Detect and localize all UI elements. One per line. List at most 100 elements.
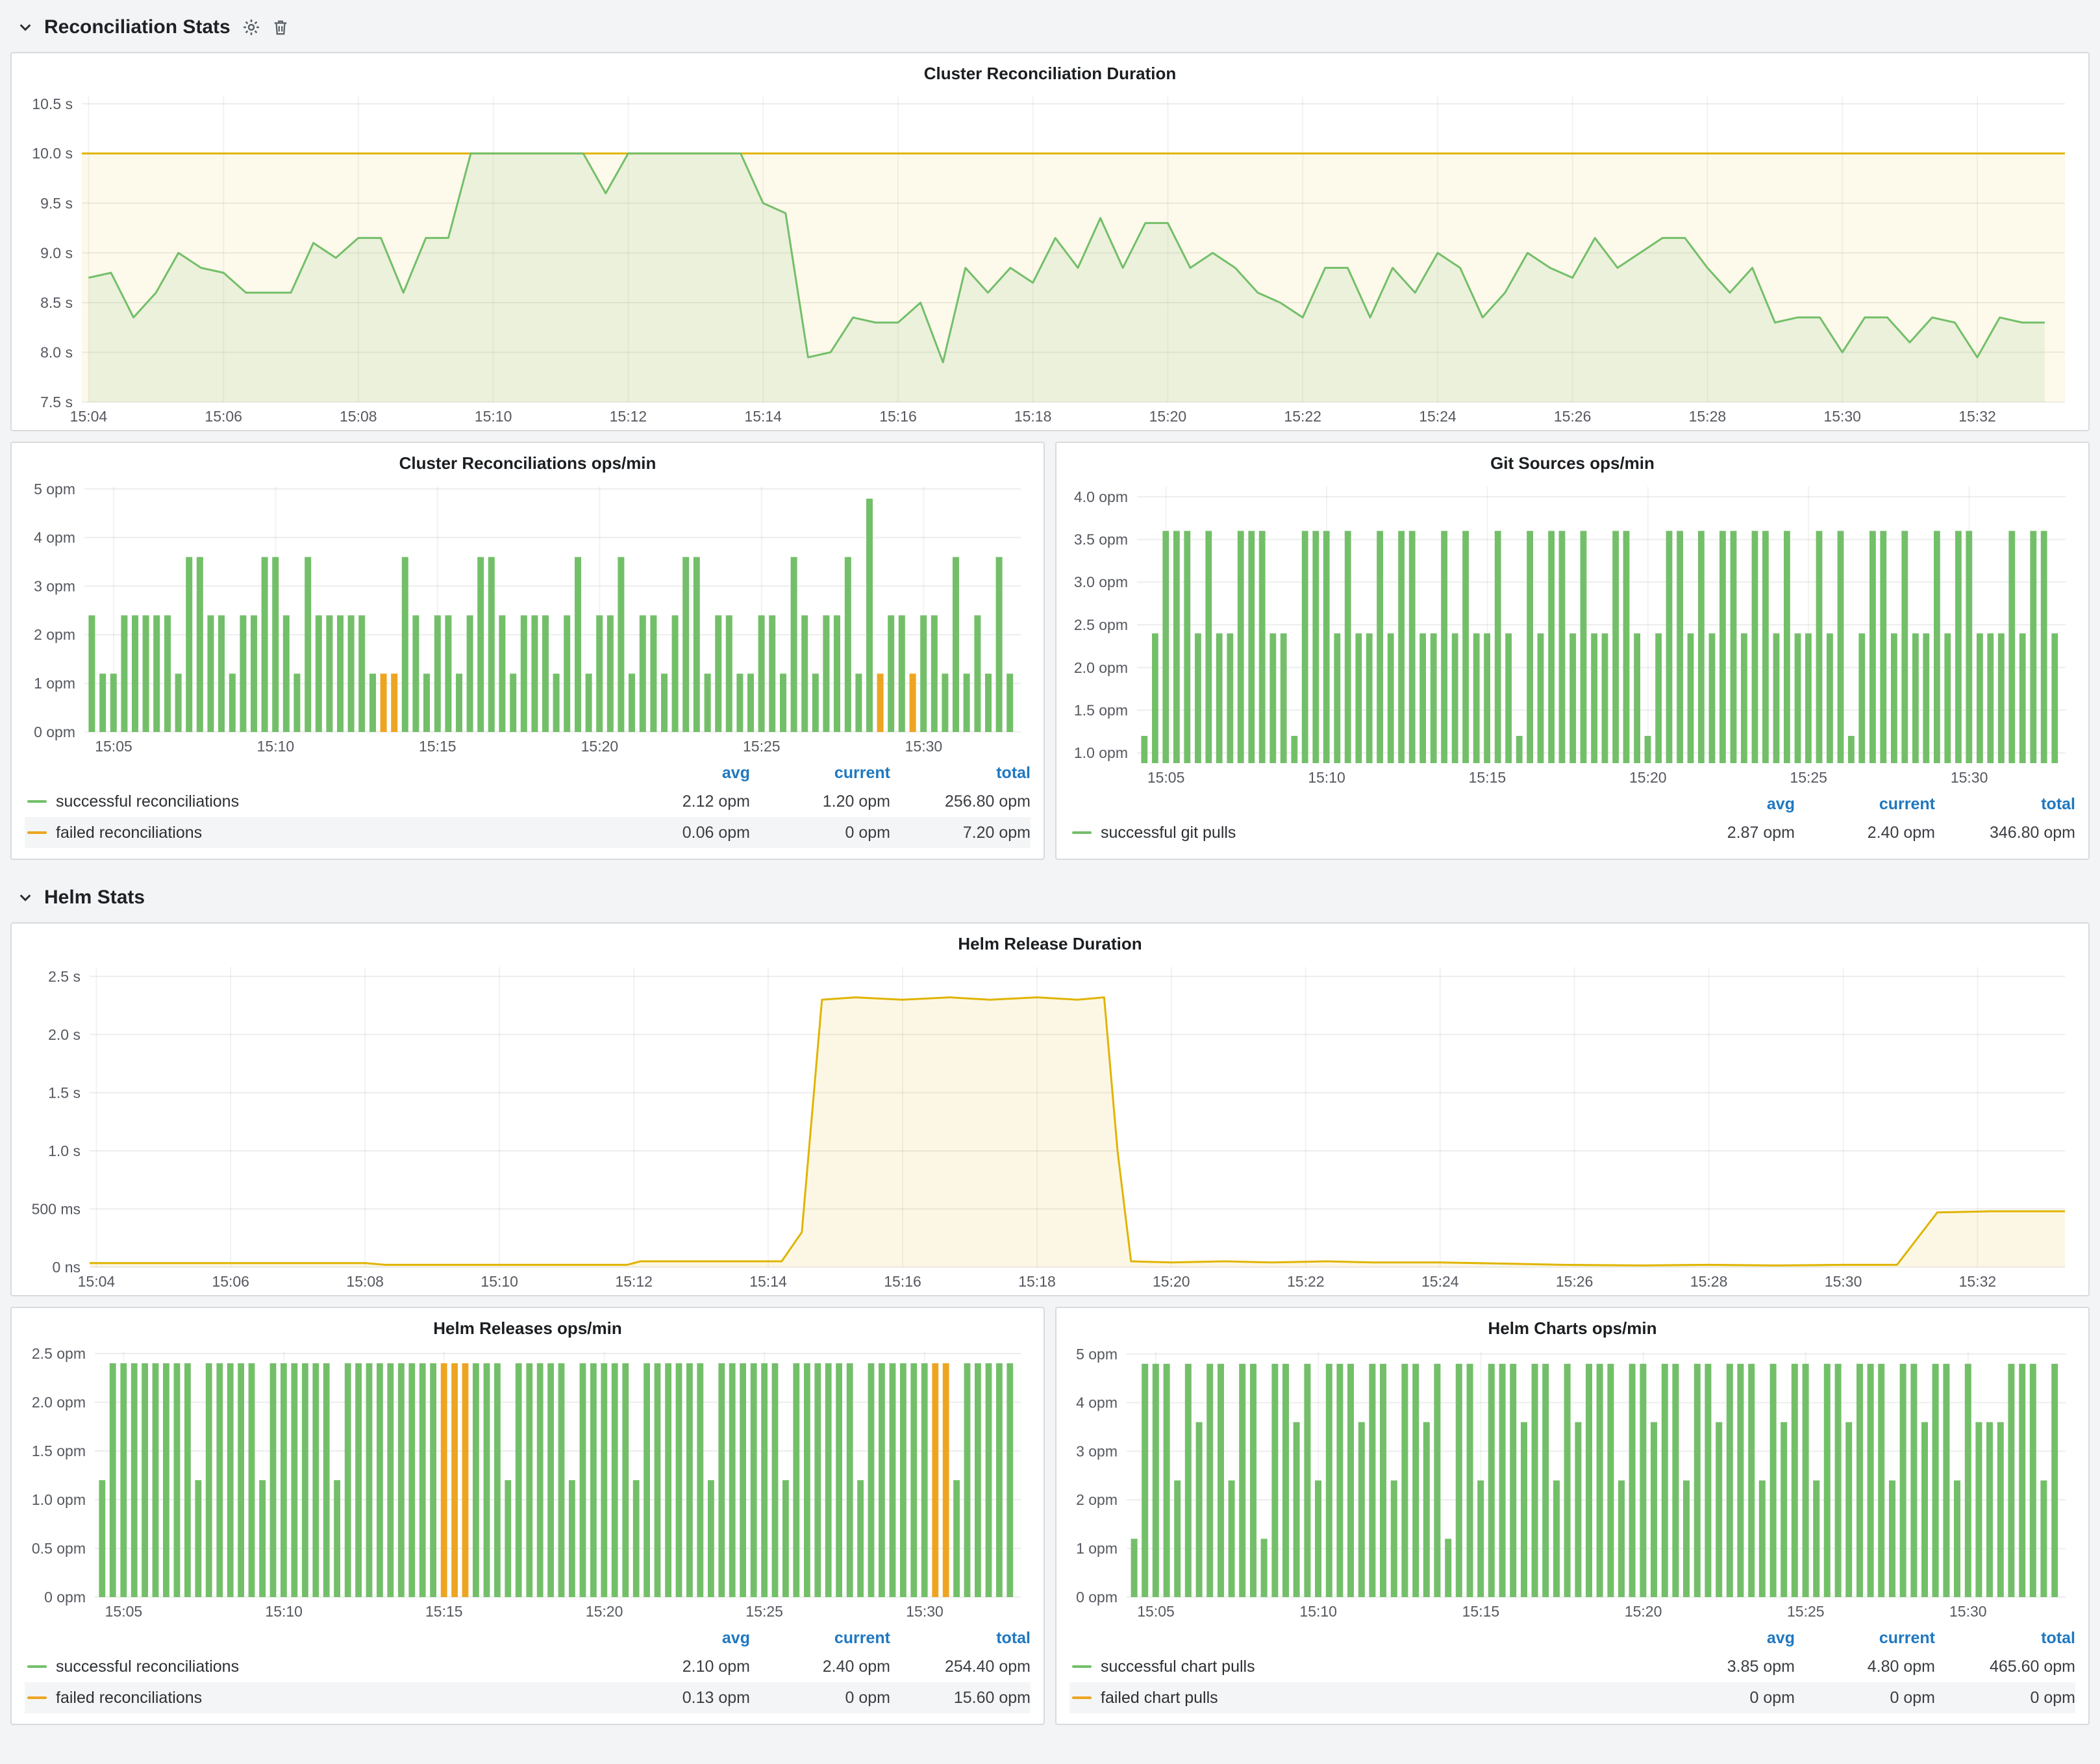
svg-text:15:25: 15:25 [1790, 769, 1827, 786]
svg-text:15:16: 15:16 [884, 1273, 921, 1290]
svg-text:15:20: 15:20 [586, 1603, 623, 1620]
panel-title[interactable]: Cluster Reconciliation Duration [12, 53, 2088, 86]
legend-header-row: avg current total [1069, 1625, 2075, 1651]
svg-text:15:20: 15:20 [581, 738, 619, 755]
svg-text:15:05: 15:05 [105, 1603, 143, 1620]
legend-row-failed-reconciliations[interactable]: failed reconciliations 0.06 opm 0 opm 7.… [25, 817, 1031, 848]
helm-charts-ops-chart[interactable]: 0 opm1 opm2 opm3 opm4 opm5 opm15:0515:10… [1062, 1341, 2083, 1625]
svg-text:15:20: 15:20 [1625, 1603, 1662, 1620]
legend-col-current[interactable]: current [750, 1629, 890, 1648]
svg-text:8.5 s: 8.5 s [40, 294, 73, 311]
legend-col-total[interactable]: total [890, 1629, 1031, 1648]
svg-text:4 opm: 4 opm [34, 529, 75, 546]
legend: avg current total successful chart pulls… [1056, 1625, 2088, 1724]
git-sources-ops-chart[interactable]: 1.0 opm1.5 opm2.0 opm2.5 opm3.0 opm3.5 o… [1062, 476, 2083, 791]
svg-text:2.0 s: 2.0 s [48, 1026, 81, 1043]
series-avg: 2.10 opm [610, 1657, 750, 1676]
series-marker [27, 831, 47, 834]
panel-title[interactable]: Helm Release Duration [12, 924, 2088, 957]
svg-text:1.0 opm: 1.0 opm [32, 1491, 86, 1508]
svg-text:3.5 opm: 3.5 opm [1074, 531, 1128, 548]
series-marker [27, 800, 47, 803]
legend-col-avg[interactable]: avg [1655, 795, 1795, 814]
section-title: Reconciliation Stats [44, 16, 231, 38]
series-current: 1.20 opm [750, 792, 890, 811]
chevron-down-icon[interactable] [18, 890, 32, 905]
svg-text:15:32: 15:32 [1959, 1273, 1997, 1290]
panel-title[interactable]: Cluster Reconciliations ops/min [12, 443, 1044, 476]
panel-helm-charts-ops: Helm Charts ops/min 0 opm1 opm2 opm3 opm… [1055, 1307, 2090, 1725]
cluster-reconciliations-ops-chart[interactable]: 0 opm1 opm2 opm3 opm4 opm5 opm15:0515:10… [17, 476, 1038, 760]
legend-col-total[interactable]: total [1935, 795, 2075, 814]
svg-text:500 ms: 500 ms [32, 1200, 81, 1217]
panel-title[interactable]: Helm Releases ops/min [12, 1308, 1044, 1341]
trash-icon[interactable] [272, 18, 289, 36]
legend-col-avg[interactable]: avg [1655, 1629, 1795, 1648]
series-total: 256.80 opm [890, 792, 1031, 811]
svg-text:0 opm: 0 opm [34, 724, 75, 740]
series-current: 2.40 opm [750, 1657, 890, 1676]
svg-text:15:20: 15:20 [1629, 769, 1667, 786]
svg-text:8.0 s: 8.0 s [40, 344, 73, 360]
row-reconciliation-ops: Cluster Reconciliations ops/min 0 opm1 o… [10, 442, 2090, 860]
svg-text:3 opm: 3 opm [34, 577, 75, 594]
legend-row-failed-chart-pulls[interactable]: failed chart pulls 0 opm 0 opm 0 opm [1069, 1682, 2075, 1713]
svg-text:0 ns: 0 ns [53, 1259, 81, 1276]
series-avg: 3.85 opm [1655, 1657, 1795, 1676]
svg-text:2 opm: 2 opm [1076, 1491, 1118, 1508]
panel-title[interactable]: Git Sources ops/min [1056, 443, 2088, 476]
svg-text:1.0 opm: 1.0 opm [1074, 744, 1128, 761]
legend-row-successful-chart-pulls[interactable]: successful chart pulls 3.85 opm 4.80 opm… [1069, 1651, 2075, 1682]
svg-text:15:15: 15:15 [425, 1603, 463, 1620]
svg-text:15:05: 15:05 [95, 738, 132, 755]
gear-icon[interactable] [242, 18, 260, 36]
helm-releases-ops-chart[interactable]: 0 opm0.5 opm1.0 opm1.5 opm2.0 opm2.5 opm… [17, 1341, 1038, 1625]
legend-col-avg[interactable]: avg [610, 1629, 750, 1648]
legend: avg current total successful reconciliat… [12, 1625, 1044, 1724]
legend-col-avg[interactable]: avg [610, 764, 750, 783]
legend-row-successful-git-pulls[interactable]: successful git pulls 2.87 opm 2.40 opm 3… [1069, 817, 2075, 848]
svg-text:15:26: 15:26 [1554, 408, 1592, 425]
legend-col-current[interactable]: current [750, 764, 890, 783]
svg-text:15:06: 15:06 [205, 408, 242, 425]
cluster-reconciliation-duration-chart[interactable]: 7.5 s8.0 s8.5 s9.0 s9.5 s10.0 s10.5 s15:… [17, 86, 2083, 430]
legend: avg current total successful reconciliat… [12, 760, 1044, 859]
helm-release-duration-chart[interactable]: 0 ns500 ms1.0 s1.5 s2.0 s2.5 s15:0415:06… [17, 957, 2083, 1295]
chevron-down-icon[interactable] [18, 20, 32, 34]
series-marker [27, 1665, 47, 1668]
svg-text:0 opm: 0 opm [1076, 1589, 1118, 1606]
svg-text:4.0 opm: 4.0 opm [1074, 488, 1128, 505]
legend-col-total[interactable]: total [1935, 1629, 2075, 1648]
svg-text:15:14: 15:14 [749, 1273, 787, 1290]
series-total: 254.40 opm [890, 1657, 1031, 1676]
section-header-reconciliation-stats[interactable]: Reconciliation Stats [10, 8, 2090, 47]
legend-row-successful-reconciliations[interactable]: successful reconciliations 2.10 opm 2.40… [25, 1651, 1031, 1682]
legend-row-successful-reconciliations[interactable]: successful reconciliations 2.12 opm 1.20… [25, 786, 1031, 817]
svg-text:15:25: 15:25 [745, 1603, 783, 1620]
svg-text:9.5 s: 9.5 s [40, 195, 73, 212]
legend-col-current[interactable]: current [1795, 1629, 1935, 1648]
series-label: successful git pulls [1101, 824, 1236, 842]
legend-row-failed-reconciliations[interactable]: failed reconciliations 0.13 opm 0 opm 15… [25, 1682, 1031, 1713]
svg-text:15:10: 15:10 [265, 1603, 303, 1620]
svg-text:15:04: 15:04 [78, 1273, 116, 1290]
series-total: 346.80 opm [1935, 824, 2075, 842]
svg-text:15:25: 15:25 [743, 738, 781, 755]
svg-text:15:10: 15:10 [1308, 769, 1345, 786]
panel-cluster-reconciliation-duration: Cluster Reconciliation Duration 7.5 s8.0… [10, 52, 2090, 431]
svg-text:10.0 s: 10.0 s [32, 145, 73, 162]
svg-text:15:14: 15:14 [744, 408, 782, 425]
svg-text:1.5 s: 1.5 s [48, 1084, 81, 1101]
row-helm-ops: Helm Releases ops/min 0 opm0.5 opm1.0 op… [10, 1307, 2090, 1725]
legend-col-current[interactable]: current [1795, 795, 1935, 814]
series-marker [1072, 1665, 1092, 1668]
legend-col-total[interactable]: total [890, 764, 1031, 783]
svg-text:15:32: 15:32 [1958, 408, 1996, 425]
series-current: 4.80 opm [1795, 1657, 1935, 1676]
series-avg: 2.87 opm [1655, 824, 1795, 842]
svg-text:1 opm: 1 opm [1076, 1540, 1118, 1557]
svg-text:0 opm: 0 opm [44, 1589, 86, 1606]
svg-text:15:10: 15:10 [481, 1273, 518, 1290]
panel-title[interactable]: Helm Charts ops/min [1056, 1308, 2088, 1341]
section-header-helm-stats[interactable]: Helm Stats [10, 878, 2090, 917]
